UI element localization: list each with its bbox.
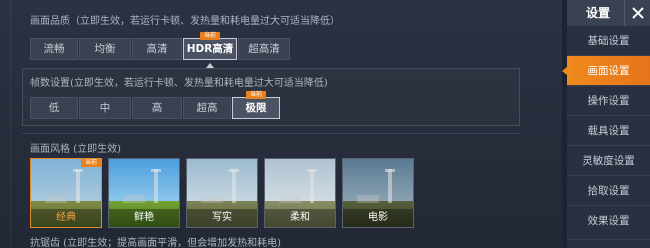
quality-option-hdr[interactable]: 当前 HDR高清	[183, 32, 237, 68]
anti-aliasing-label: 抗锯齿 (立即生效；提高画面平滑，但会增加发热和耗电)	[30, 238, 281, 248]
sidebar-item-graphics[interactable]: 画面设置	[562, 56, 650, 86]
graphics-style-label: 画面风格 (立即生效)	[30, 144, 121, 155]
style-thumb-realistic[interactable]: 写实	[186, 158, 258, 228]
settings-sidebar: 设置 基础设置 画面设置 操作设置 载具设置 灵敏度设置 拾取设置 效果设置	[562, 0, 650, 248]
fps-option-low[interactable]: 低	[30, 97, 78, 119]
quality-option-balanced[interactable]: 均衡	[79, 38, 131, 60]
current-badge: 当前	[199, 32, 221, 40]
graphics-quality-label: 画面品质（立即生效，若运行卡顿、发热量和耗电量过大可适当降低）	[30, 16, 340, 27]
sidebar-item-effects[interactable]: 效果设置	[567, 206, 650, 240]
quality-option-smooth[interactable]: 流畅	[30, 38, 78, 60]
sidebar-item-controls[interactable]: 操作设置	[567, 86, 650, 116]
section-divider	[22, 133, 520, 134]
frame-rate-selector: 低 中 高 超高 当前 极限	[30, 91, 281, 119]
fps-option-high[interactable]: 高	[132, 97, 182, 119]
fps-option-ultra[interactable]: 超高	[183, 97, 231, 119]
graphics-style-list: 当前 经典 鲜艳 写实 柔和 电影	[30, 158, 420, 228]
current-badge: 当前	[245, 91, 267, 99]
style-name: 鲜艳	[109, 209, 179, 227]
style-thumb-soft[interactable]: 柔和	[264, 158, 336, 228]
quality-option-hd[interactable]: 高清	[132, 38, 182, 60]
sidebar-item-vehicle[interactable]: 载具设置	[567, 116, 650, 146]
sidebar-item-basic[interactable]: 基础设置	[567, 26, 650, 56]
current-badge: 当前	[80, 159, 101, 167]
style-name: 电影	[343, 209, 413, 227]
quality-option-ultra[interactable]: 超高清	[238, 38, 290, 60]
sidebar-header: 设置	[567, 0, 650, 26]
frame-rate-label: 帧数设置(立即生效，若运行卡顿、发热量和耗电量过大可适当降低)	[30, 78, 328, 89]
fps-option-extreme[interactable]: 当前 极限	[232, 91, 280, 119]
graphics-quality-selector: 流畅 均衡 高清 当前 HDR高清 超高清	[30, 32, 291, 68]
sidebar-item-pickup[interactable]: 拾取设置	[567, 176, 650, 206]
style-thumb-cinematic[interactable]: 电影	[342, 158, 414, 228]
style-thumb-classic[interactable]: 当前 经典	[30, 158, 102, 228]
style-name: 经典	[31, 209, 101, 227]
style-name: 写实	[187, 209, 257, 227]
style-name: 柔和	[265, 209, 335, 227]
fps-option-medium[interactable]: 中	[79, 97, 131, 119]
sidebar-title: 设置	[585, 6, 610, 20]
style-thumb-vivid[interactable]: 鲜艳	[108, 158, 180, 228]
sidebar-item-sensitivity[interactable]: 灵敏度设置	[567, 146, 650, 176]
close-button[interactable]	[624, 0, 650, 26]
close-icon	[631, 7, 644, 19]
graphics-settings-panel: 画面品质（立即生效，若运行卡顿、发热量和耗电量过大可适当降低） 流畅 均衡 高清…	[0, 0, 562, 248]
